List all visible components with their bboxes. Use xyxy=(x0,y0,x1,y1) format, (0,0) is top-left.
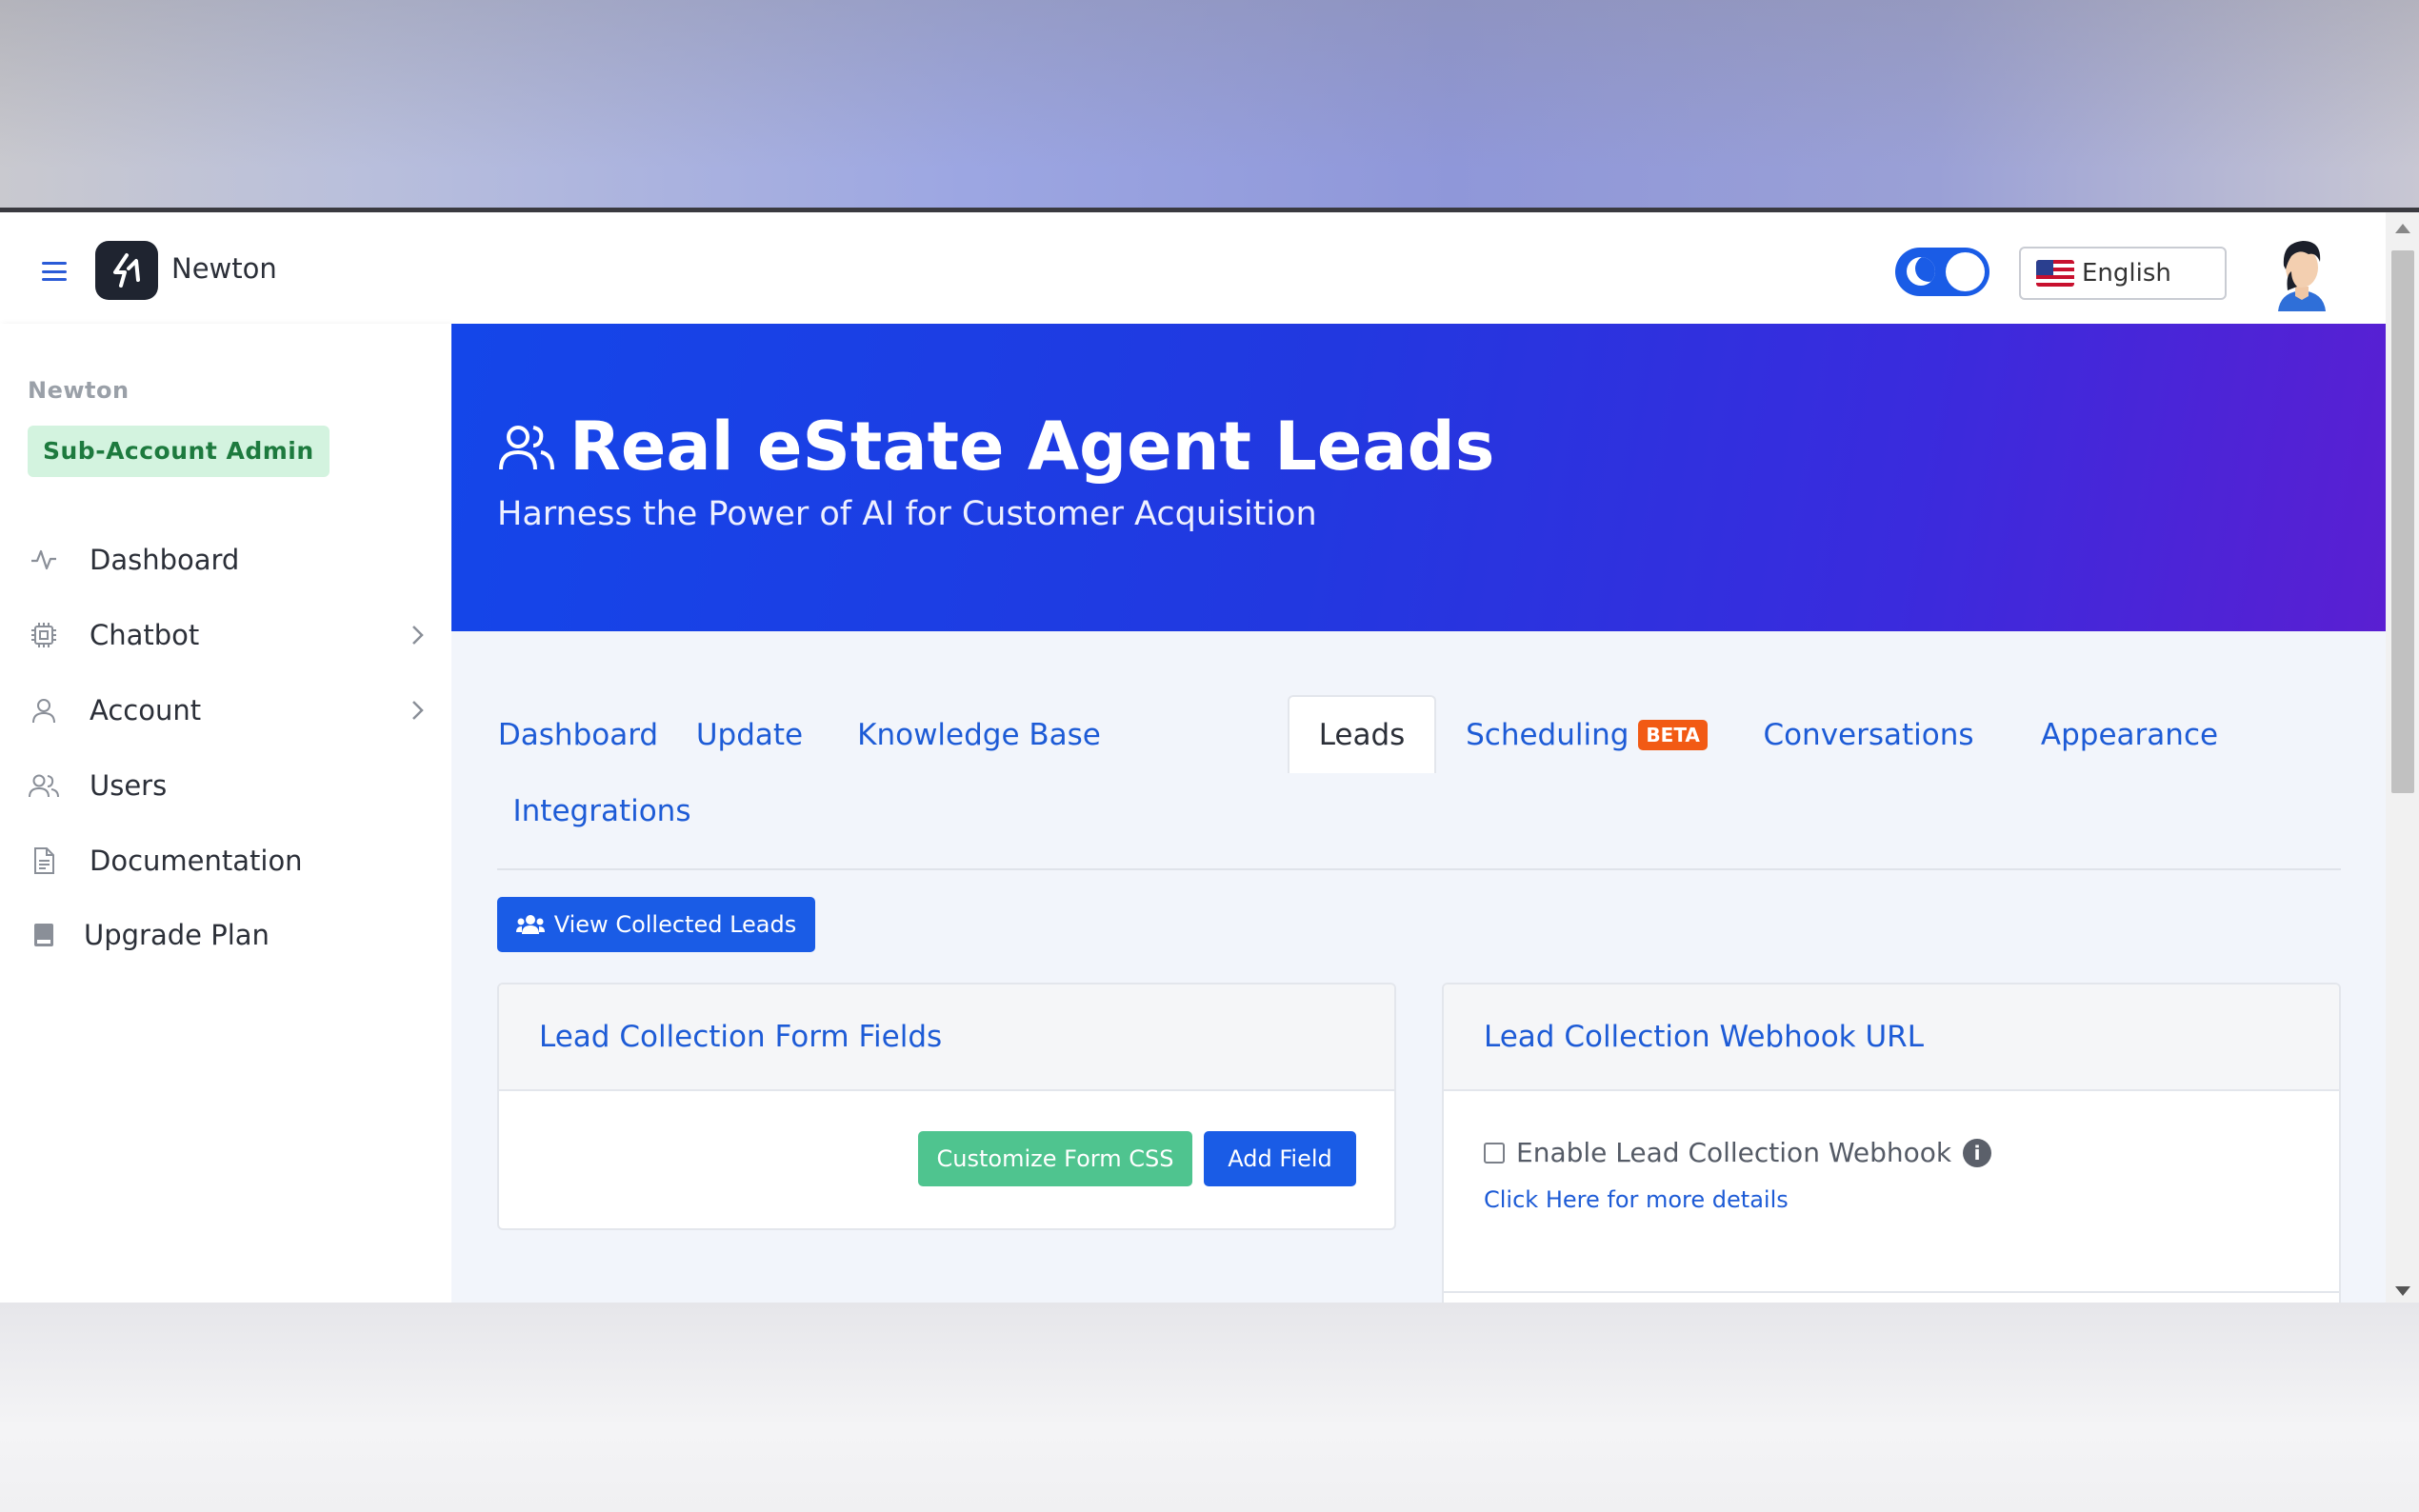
users-icon xyxy=(27,768,61,803)
enable-webhook-label: Enable Lead Collection Webhook xyxy=(1516,1137,1952,1168)
moon-icon xyxy=(1907,257,1935,286)
tab-bar: Dashboard Update Knowledge Base Leads Sc… xyxy=(497,678,2341,870)
sidebar-item-dashboard[interactable]: Dashboard xyxy=(27,531,427,588)
tab-dashboard[interactable]: Dashboard xyxy=(497,697,659,773)
enable-webhook-row: Enable Lead Collection Webhook i xyxy=(1484,1137,1992,1168)
user-avatar[interactable] xyxy=(2265,233,2339,311)
toggle-knob xyxy=(1946,252,1985,291)
view-collected-leads-button[interactable]: View Collected Leads xyxy=(497,897,815,952)
blurred-backdrop-top xyxy=(0,0,2419,209)
tab-appearance[interactable]: Appearance xyxy=(2015,697,2244,773)
chevron-right-icon xyxy=(408,624,427,650)
brand-name: Newton xyxy=(171,252,277,285)
theme-toggle[interactable] xyxy=(1895,248,1989,296)
tab-scheduling[interactable]: Scheduling BETA xyxy=(1463,697,1710,773)
add-field-button[interactable]: Add Field xyxy=(1204,1131,1356,1186)
activity-icon xyxy=(27,543,61,577)
info-icon[interactable]: i xyxy=(1963,1138,1992,1167)
user-icon xyxy=(27,693,61,727)
document-icon xyxy=(27,844,61,878)
sidebar-org-name: Newton xyxy=(28,377,130,404)
beta-badge: BETA xyxy=(1638,720,1708,750)
hamburger-menu-icon[interactable] xyxy=(42,262,67,281)
webhook-card: Lead Collection Webhook URL Enable Lead … xyxy=(1442,983,2341,1303)
sidebar-item-account[interactable]: Account xyxy=(27,682,427,739)
form-fields-card: Lead Collection Form Fields Customize Fo… xyxy=(497,983,1396,1230)
role-badge: Sub-Account Admin xyxy=(28,426,330,477)
sidebar: Newton Sub-Account Admin Dashboard Chatb… xyxy=(0,324,451,1303)
sidebar-item-users[interactable]: Users xyxy=(27,757,427,814)
tab-update[interactable]: Update xyxy=(678,697,821,773)
page-scrollbar[interactable] xyxy=(2386,212,2419,1303)
app-window: Newton English Newton Sub-Account Admin xyxy=(0,208,2419,1303)
sidebar-item-label: Upgrade Plan xyxy=(84,919,270,951)
scroll-down-icon[interactable] xyxy=(2395,1286,2410,1296)
tab-label: Dashboard xyxy=(497,718,659,752)
sidebar-item-upgrade-plan[interactable]: Upgrade Plan xyxy=(27,906,427,964)
book-icon xyxy=(27,918,61,952)
us-flag-icon xyxy=(2036,260,2074,287)
language-label: English xyxy=(2082,259,2171,288)
tab-integrations[interactable]: Integrations xyxy=(497,773,707,849)
sidebar-item-label: Users xyxy=(90,769,168,802)
tab-label: Knowledge Base xyxy=(857,718,1101,752)
users-icon xyxy=(515,915,545,934)
sidebar-item-label: Chatbot xyxy=(90,619,200,651)
chevron-right-icon xyxy=(408,699,427,726)
tab-label: Integrations xyxy=(512,794,691,828)
view-collected-leads-label: View Collected Leads xyxy=(553,911,797,938)
tab-conversations[interactable]: Conversations xyxy=(1747,697,1990,773)
sidebar-item-label: Dashboard xyxy=(90,544,240,576)
tab-label: Appearance xyxy=(2040,718,2219,752)
page-title-text: Real eState Agent Leads xyxy=(570,408,1495,486)
tab-label: Scheduling xyxy=(1466,718,1629,752)
scroll-thumb[interactable] xyxy=(2391,250,2414,793)
page-subtitle: Harness the Power of AI for Customer Acq… xyxy=(497,495,1317,533)
page-title: Real eState Agent Leads xyxy=(497,408,1494,486)
sidebar-item-label: Account xyxy=(90,694,202,726)
form-fields-card-title: Lead Collection Form Fields xyxy=(499,985,1394,1091)
language-select[interactable]: English xyxy=(2019,247,2227,300)
tab-label: Leads xyxy=(1318,718,1406,752)
customize-form-css-button[interactable]: Customize Form CSS xyxy=(918,1131,1192,1186)
chip-icon xyxy=(27,618,61,652)
sidebar-item-documentation[interactable]: Documentation xyxy=(27,832,427,889)
brand-logo-icon[interactable] xyxy=(95,241,158,300)
hero-banner: Real eState Agent Leads Harness the Powe… xyxy=(451,324,2386,631)
tab-label: Update xyxy=(695,718,804,752)
sidebar-item-chatbot[interactable]: Chatbot xyxy=(27,607,427,664)
webhook-card-title: Lead Collection Webhook URL xyxy=(1444,985,2339,1091)
enable-webhook-checkbox[interactable] xyxy=(1484,1142,1505,1164)
users-icon xyxy=(499,426,554,470)
main-content: Real eState Agent Leads Harness the Powe… xyxy=(451,324,2386,1303)
more-details-link[interactable]: Click Here for more details xyxy=(1484,1186,1789,1213)
blurred-backdrop-bottom xyxy=(0,1303,2419,1512)
card-divider xyxy=(1444,1291,2339,1293)
tab-leads[interactable]: Leads xyxy=(1288,695,1436,773)
sidebar-item-label: Documentation xyxy=(90,845,303,877)
tab-label: Conversations xyxy=(1763,718,1974,752)
scroll-up-icon[interactable] xyxy=(2395,224,2410,233)
top-bar: Newton English xyxy=(0,212,2386,324)
tab-knowledge-base[interactable]: Knowledge Base xyxy=(851,697,1107,773)
